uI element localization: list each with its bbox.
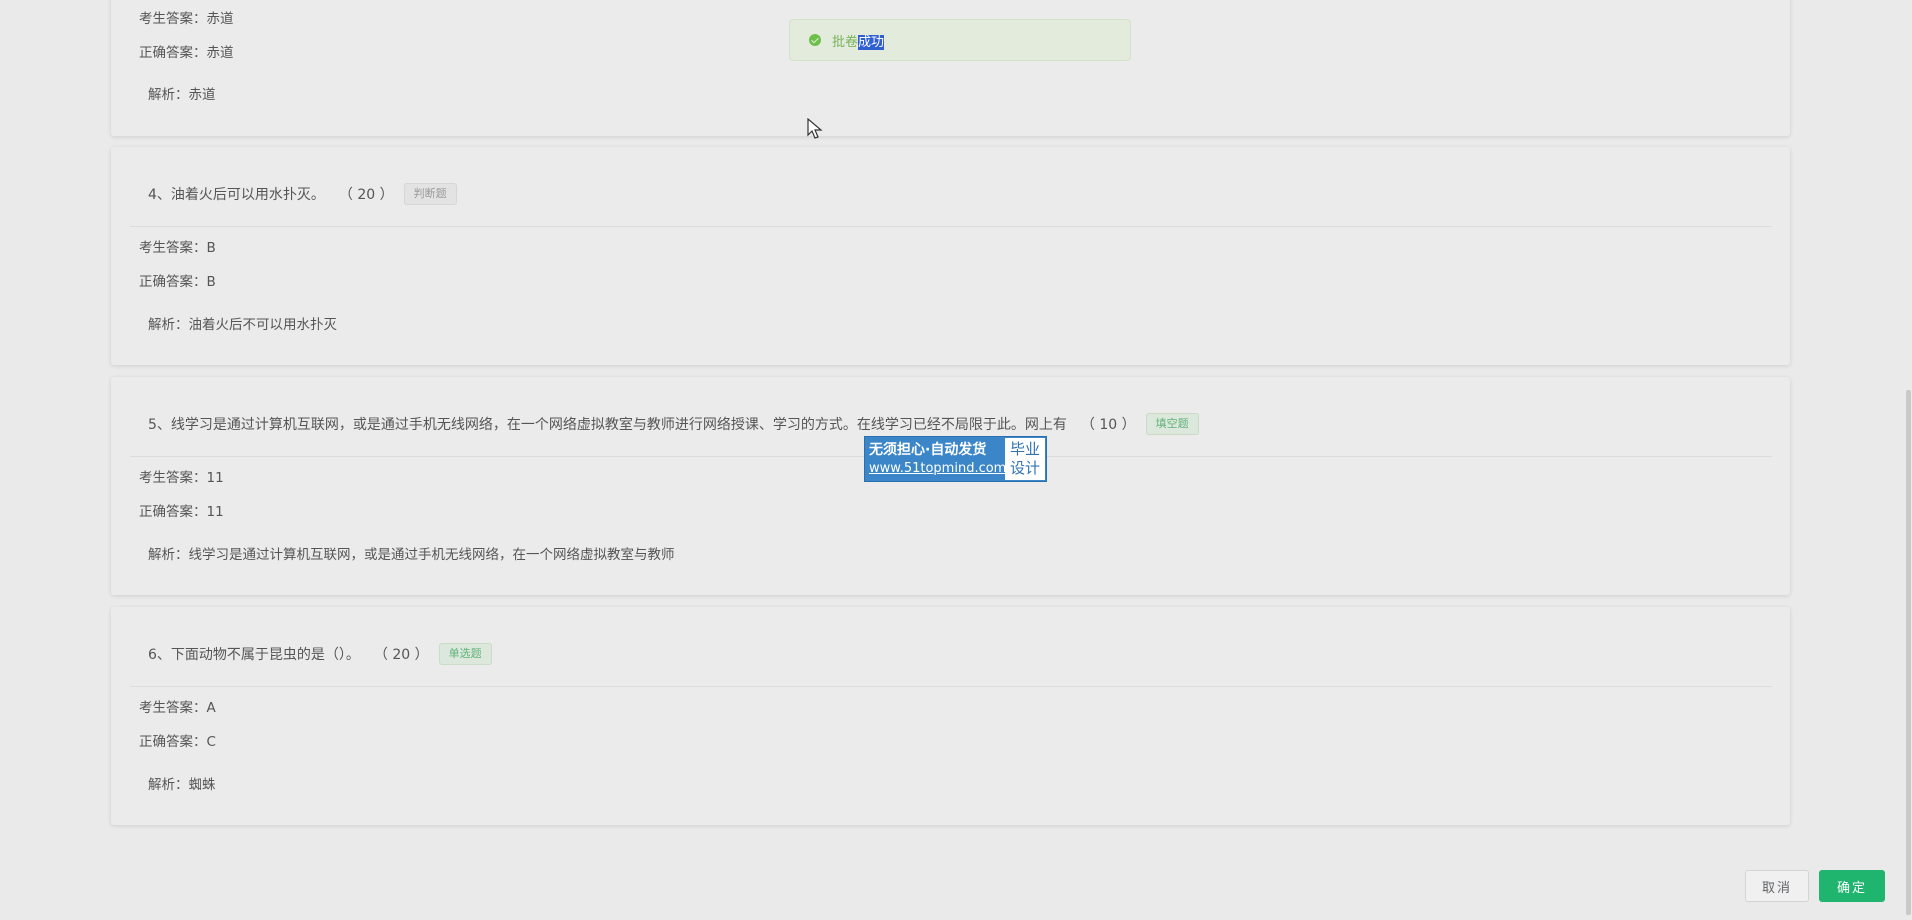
- watermark-right-line1: 毕业: [1009, 440, 1040, 458]
- question-score: （ 20 ）: [338, 187, 394, 203]
- question-title-line: 5、线学习是通过计算机互联网，或是通过手机无线网络，在一个网络虚拟教室与教师进行…: [148, 413, 1199, 435]
- watermark-badge: 无须担心·自动发货 www.51topmind.com 毕业 设计: [864, 436, 1047, 482]
- toast-selected-text: 成功: [858, 34, 885, 50]
- toast-message: 批卷成功: [832, 31, 885, 50]
- student-answer: 考生答案：A: [139, 700, 216, 716]
- question-score: （ 20 ）: [373, 647, 429, 663]
- student-answer: 考生答案：赤道: [139, 11, 234, 27]
- correct-answer: 正确答案：11: [139, 504, 224, 520]
- correct-answer: 正确答案：B: [139, 274, 216, 290]
- question-title-line: 6、下面动物不属于昆虫的是（）。 （ 20 ） 单选题: [148, 643, 492, 665]
- question-title-line: 4、油着火后可以用水扑灭。 （ 20 ） 判断题: [148, 183, 457, 205]
- correct-answer: 正确答案：C: [139, 734, 216, 750]
- question-type-tag: 单选题: [438, 643, 492, 665]
- analysis-text: 解析：赤道: [148, 87, 216, 103]
- correct-answer: 正确答案：赤道: [139, 45, 234, 61]
- divider: [130, 226, 1772, 227]
- question-card-4: 4、油着火后可以用水扑灭。 （ 20 ） 判断题 考生答案：B 正确答案：B 解…: [111, 147, 1790, 365]
- scrollbar-thumb[interactable]: [1906, 390, 1911, 915]
- analysis-text: 解析：蜘蛛: [148, 777, 216, 793]
- question-text: 5、线学习是通过计算机互联网，或是通过手机无线网络，在一个网络虚拟教室与教师进行…: [148, 417, 1067, 433]
- toast-text: 批卷: [832, 34, 859, 50]
- question-card-5: 5、线学习是通过计算机互联网，或是通过手机无线网络，在一个网络虚拟教室与教师进行…: [111, 377, 1790, 595]
- question-type-tag: 填空题: [1145, 413, 1199, 435]
- analysis-text: 解析：油着火后不可以用水扑灭: [148, 317, 337, 333]
- success-toast: 批卷成功: [789, 19, 1131, 61]
- question-card-6: 6、下面动物不属于昆虫的是（）。 （ 20 ） 单选题 考生答案：A 正确答案：…: [111, 607, 1790, 825]
- student-answer: 考生答案：B: [139, 240, 216, 256]
- student-answer: 考生答案：11: [139, 470, 224, 486]
- question-score: （ 10 ）: [1080, 417, 1136, 433]
- confirm-button[interactable]: 确定: [1819, 870, 1885, 902]
- mouse-cursor-icon: [807, 118, 823, 139]
- analysis-text: 解析：线学习是通过计算机互联网，或是通过手机无线网络，在一个网络虚拟教室与教师: [148, 547, 675, 563]
- question-text: 6、下面动物不属于昆虫的是（）。: [148, 647, 360, 663]
- watermark-line1: 无须担心·自动发货: [869, 442, 987, 458]
- check-circle-icon: [809, 34, 821, 46]
- watermark-right-line2: 设计: [1009, 459, 1040, 477]
- cancel-button[interactable]: 取消: [1745, 870, 1809, 902]
- watermark-left: 无须担心·自动发货 www.51topmind.com: [865, 437, 1007, 481]
- watermark-url: www.51topmind.com: [869, 461, 1007, 476]
- question-type-tag: 判断题: [403, 183, 457, 205]
- watermark-right: 毕业 设计: [1005, 438, 1045, 480]
- question-text: 4、油着火后可以用水扑灭。: [148, 187, 325, 203]
- divider: [130, 686, 1772, 687]
